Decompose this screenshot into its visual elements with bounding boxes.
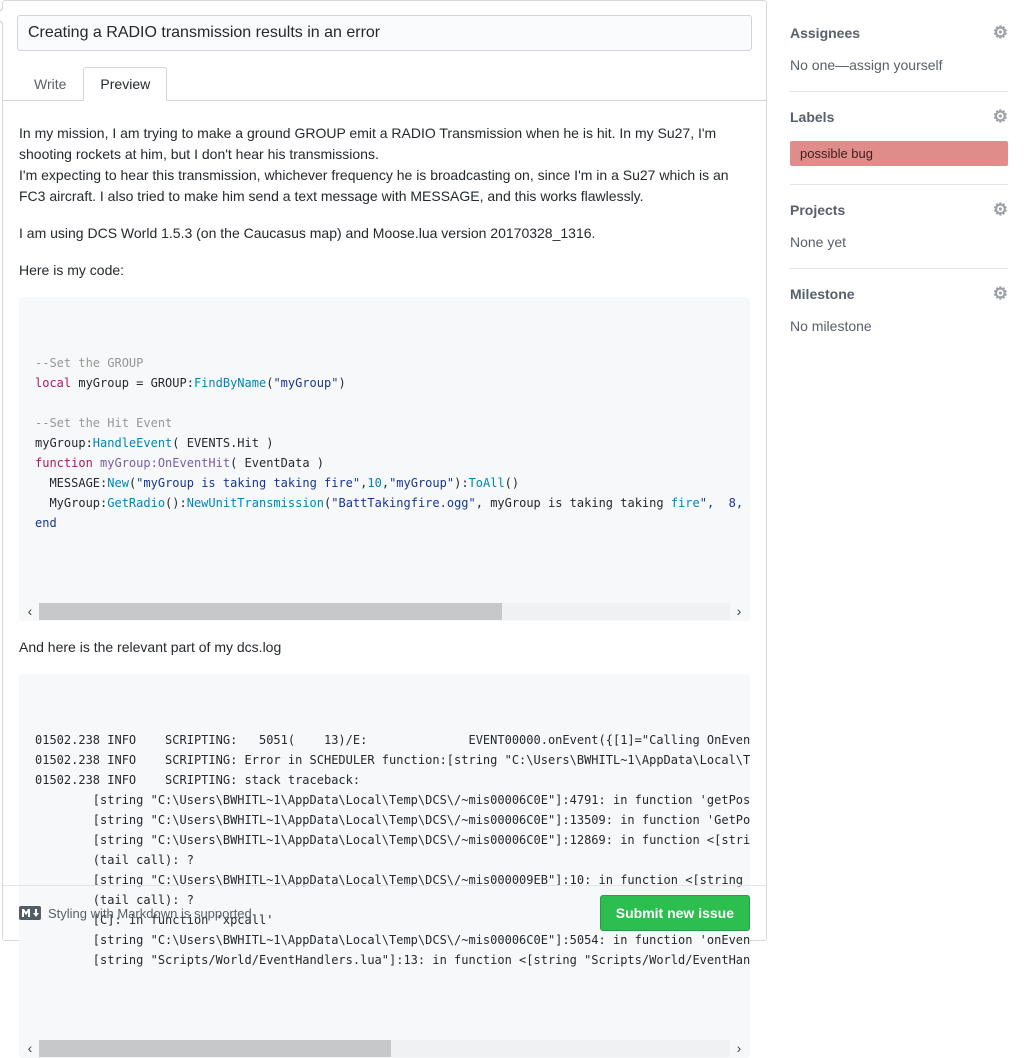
scrollbar-thumb[interactable] [39,603,502,620]
markdown-note: Styling with Markdown is supported [19,906,252,921]
code-line: myGroup:HandleEvent( EVENTS.Hit ) [35,433,734,453]
code-line: 01502.238 INFO SCRIPTING: Error in SCHED… [35,750,734,770]
scrollbar-thumb[interactable] [39,1040,391,1057]
comment-tabs: Write Preview [3,67,766,101]
sidebar-section-milestone: Milestone ⚙ No milestone [790,269,1008,352]
sidebar-section-projects: Projects ⚙ None yet [790,185,1008,269]
sidebar-section-labels: Labels ⚙ possible bug [790,92,1008,185]
sidebar-section-title: Milestone [790,286,855,302]
code-lines: --Set the GROUPlocal myGroup = GROUP:Fin… [35,353,734,533]
code-line: [string "C:\Users\BWHITL~1\AppData\Local… [35,810,734,830]
code-line: --Set the GROUP [35,353,734,373]
paragraph: I am using DCS World 1.5.3 (on the Cauca… [19,223,750,244]
code-line: 01502.238 INFO SCRIPTING: 5051( 13)/E: E… [35,730,734,750]
scrollbar-track[interactable] [39,1040,730,1057]
code-line [35,393,734,413]
sidebar-section-title: Assignees [790,25,860,41]
code-line: [string "Scripts/World/EventHandlers.lua… [35,950,734,970]
scroll-left-icon[interactable]: ‹ [21,603,39,620]
code-line: (tail call): ? [35,850,734,870]
markdown-note-text: Styling with Markdown is supported [48,906,252,921]
code-block-log: 01502.238 INFO SCRIPTING: 5051( 13)/E: E… [19,674,750,1058]
sidebar-section-title: Projects [790,202,845,218]
code-line: MyGroup:GetRadio():NewUnitTransmission("… [35,493,734,513]
submit-new-issue-button[interactable]: Submit new issue [600,895,750,931]
paragraph: In my mission, I am trying to make a gro… [19,123,750,207]
horizontal-scrollbar[interactable]: ‹ › [21,1040,748,1057]
tab-preview[interactable]: Preview [83,67,167,101]
compose-footer: Styling with Markdown is supported Submi… [3,885,766,940]
scrollbar-track[interactable] [39,603,730,620]
label-chip[interactable]: possible bug [790,141,1008,166]
gear-icon[interactable]: ⚙ [993,24,1008,41]
scroll-right-icon[interactable]: › [730,1040,748,1057]
paragraph: And here is the relevant part of my dcs.… [19,637,750,658]
gear-icon[interactable]: ⚙ [993,285,1008,302]
sidebar-section-body: No one—assign yourself [790,57,1008,73]
scroll-right-icon[interactable]: › [730,603,748,620]
scroll-left-icon[interactable]: ‹ [21,1040,39,1057]
code-line: local myGroup = GROUP:FindByName("myGrou… [35,373,734,393]
sidebar: Assignees ⚙ No one—assign yourself Labels ⚙ p… [790,8,1008,352]
sidebar-section-title: Labels [790,109,834,125]
issue-compose-box: Write Preview In my mission, I am trying… [2,0,767,941]
paragraph-text: In my mission, I am trying to make a gro… [19,125,716,162]
code-line: --Set the Hit Event [35,413,734,433]
gear-icon[interactable]: ⚙ [993,108,1008,125]
paragraph-text: I'm expecting to hear this transmission,… [19,167,729,204]
issue-title-input[interactable] [17,15,752,51]
code-line: MESSAGE:New("myGroup is taking taking fi… [35,473,734,493]
code-line: [string "C:\Users\BWHITL~1\AppData\Local… [35,830,734,850]
code-line: function myGroup:OnEventHit( EventData ) [35,453,734,473]
code-line: end [35,513,734,533]
code-block-lua: --Set the GROUPlocal myGroup = GROUP:Fin… [19,297,750,621]
horizontal-scrollbar[interactable]: ‹ › [21,603,748,620]
tab-write[interactable]: Write [17,67,83,101]
markdown-icon [19,906,41,920]
code-line: [string "C:\Users\BWHITL~1\AppData\Local… [35,790,734,810]
sidebar-section-assignees: Assignees ⚙ No one—assign yourself [790,8,1008,92]
paragraph: Here is my code: [19,260,750,281]
sidebar-section-body: None yet [790,234,1008,250]
code-line: 01502.238 INFO SCRIPTING: stack tracebac… [35,770,734,790]
gear-icon[interactable]: ⚙ [993,201,1008,218]
sidebar-section-body: No milestone [790,318,1008,334]
